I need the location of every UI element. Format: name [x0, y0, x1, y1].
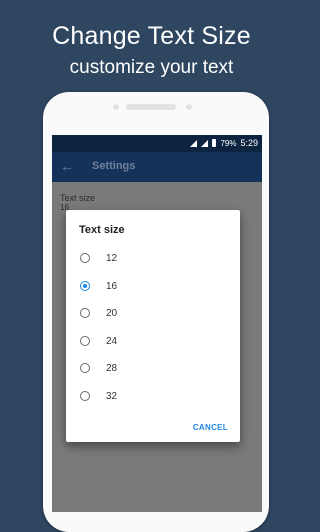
option-label: 32 [106, 391, 118, 402]
battery-icon [212, 139, 217, 147]
phone-sensor-dot [113, 104, 119, 110]
back-arrow-icon[interactable]: ← [60, 159, 74, 173]
phone-camera-dot [186, 104, 192, 110]
option-12[interactable]: 12 [66, 248, 240, 272]
radio-button[interactable] [80, 363, 90, 373]
option-label: 20 [106, 308, 118, 319]
status-bar: 79% 5:29 [52, 135, 262, 152]
option-16[interactable]: 16 [66, 276, 240, 300]
radio-button[interactable] [80, 336, 90, 346]
battery-percent: 79% [220, 138, 237, 148]
option-label: 28 [106, 363, 118, 374]
option-28[interactable]: 28 [66, 358, 240, 382]
radio-button[interactable] [80, 391, 90, 401]
status-time: 5:29 [240, 138, 258, 148]
wifi-signal-icon [190, 139, 198, 147]
cell-signal-icon [201, 139, 209, 147]
option-24[interactable]: 24 [66, 331, 240, 355]
toolbar-title: Settings [92, 160, 136, 172]
radio-button[interactable] [80, 253, 90, 263]
option-20[interactable]: 20 [66, 303, 240, 327]
promo-headline: Change Text Size [52, 22, 251, 50]
dialog-title: Text size [79, 224, 125, 236]
text-size-dialog: Text size 12 16 20 24 28 32 CANCEL [66, 210, 240, 442]
phone-speaker [126, 104, 176, 110]
option-label: 12 [106, 253, 118, 264]
option-32[interactable]: 32 [66, 386, 240, 410]
option-label: 24 [106, 336, 118, 347]
radio-button-selected[interactable] [80, 281, 90, 291]
promo-subline: customize your text [69, 57, 234, 78]
app-toolbar: ← Settings [52, 152, 262, 182]
cancel-button[interactable]: CANCEL [193, 423, 228, 432]
option-label: 16 [106, 281, 118, 292]
status-icons: 79% 5:29 [190, 138, 258, 148]
preference-title: Text size [60, 193, 96, 203]
radio-button[interactable] [80, 308, 90, 318]
